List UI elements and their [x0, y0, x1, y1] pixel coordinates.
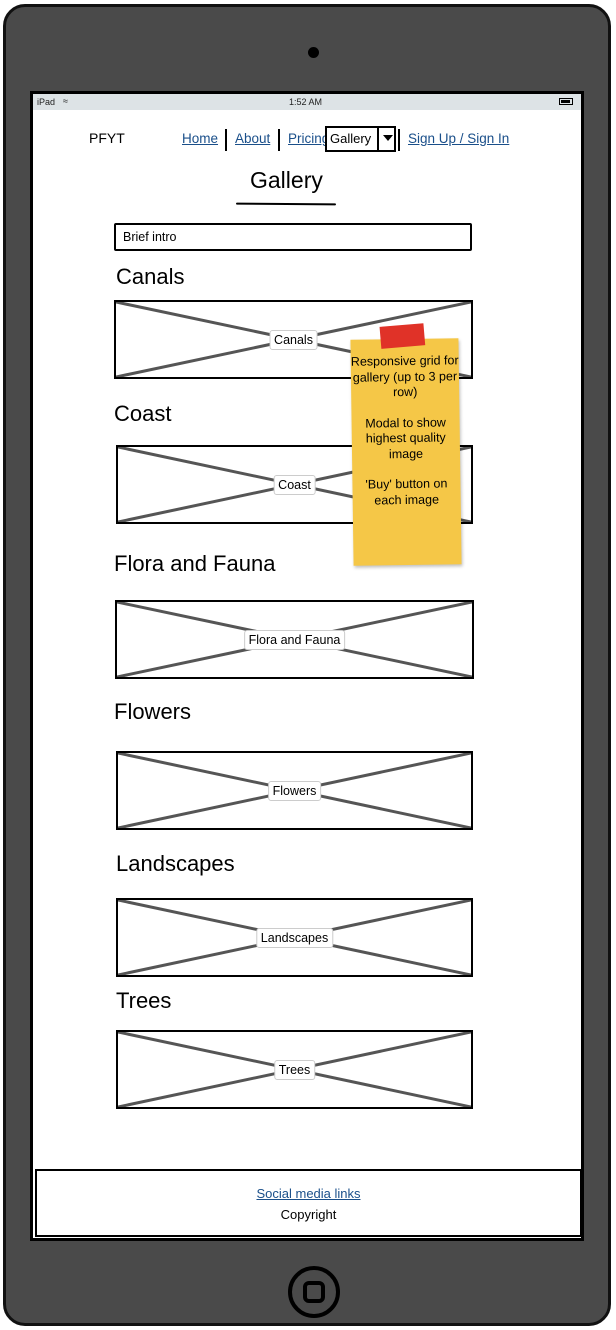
home-button-icon: [303, 1281, 325, 1303]
image-label: Coast: [273, 474, 316, 495]
note-text-modal: Modal to show highest quality image: [365, 414, 446, 461]
status-time: 1:52 AM: [289, 97, 323, 107]
nav-separator: [398, 129, 400, 151]
section-heading-landscapes: Landscapes: [116, 851, 235, 876]
note-text-grid: Responsive grid for gallery (up to 3 per…: [350, 353, 459, 400]
status-bar: iPad ≈ 1:52 AM: [33, 94, 581, 110]
nav-pricing-link[interactable]: Pricing: [288, 131, 329, 146]
image-placeholder-flowers[interactable]: Flowers: [116, 751, 473, 830]
nav-about-link[interactable]: About: [235, 131, 270, 146]
note-text-buy: 'Buy' button on each image: [365, 476, 448, 507]
page-title: Gallery: [250, 167, 323, 193]
battery-icon: [559, 98, 573, 105]
footer: Social media links Copyright: [35, 1169, 581, 1237]
tape-icon: [379, 323, 426, 349]
gallery-dropdown-label: Gallery: [330, 131, 372, 146]
image-label: Flowers: [267, 780, 322, 801]
image-label: Canals: [269, 329, 318, 350]
nav-home-link[interactable]: Home: [182, 131, 218, 146]
image-label: Trees: [273, 1059, 316, 1080]
sticky-note: Responsive grid for gallery (up to 3 per…: [350, 323, 462, 566]
nav-separator: [278, 129, 280, 151]
image-placeholder-trees[interactable]: Trees: [116, 1030, 473, 1109]
nav-separator: [225, 129, 227, 151]
image-label: Landscapes: [255, 927, 334, 948]
section-heading-flora-and-fauna: Flora and Fauna: [114, 551, 276, 576]
brand-logo: PFYT: [89, 130, 125, 146]
chevron-down-icon[interactable]: [377, 126, 396, 152]
screen: iPad ≈ 1:52 AM PFYT Home About Pricing G…: [30, 91, 584, 1241]
section-heading-trees: Trees: [116, 988, 172, 1013]
camera-icon: [308, 47, 319, 58]
image-placeholder-landscapes[interactable]: Landscapes: [116, 898, 473, 977]
gallery-dropdown[interactable]: Gallery: [325, 126, 396, 152]
brief-intro-box: Brief intro: [114, 223, 472, 251]
social-media-link[interactable]: Social media links: [37, 1186, 580, 1201]
section-heading-flowers: Flowers: [114, 699, 192, 724]
section-heading-coast: Coast: [114, 401, 172, 426]
image-label: Flora and Fauna: [243, 629, 346, 650]
section-heading-canals: Canals: [116, 264, 185, 289]
title-underline: [235, 202, 337, 206]
home-button[interactable]: [288, 1266, 340, 1318]
nav-signup-link[interactable]: Sign Up / Sign In: [408, 131, 509, 146]
image-placeholder-flora-and-fauna[interactable]: Flora and Fauna: [115, 600, 474, 679]
copyright-text: Copyright: [280, 1207, 337, 1222]
status-carrier: iPad: [37, 97, 56, 107]
wifi-icon: ≈: [63, 96, 68, 106]
